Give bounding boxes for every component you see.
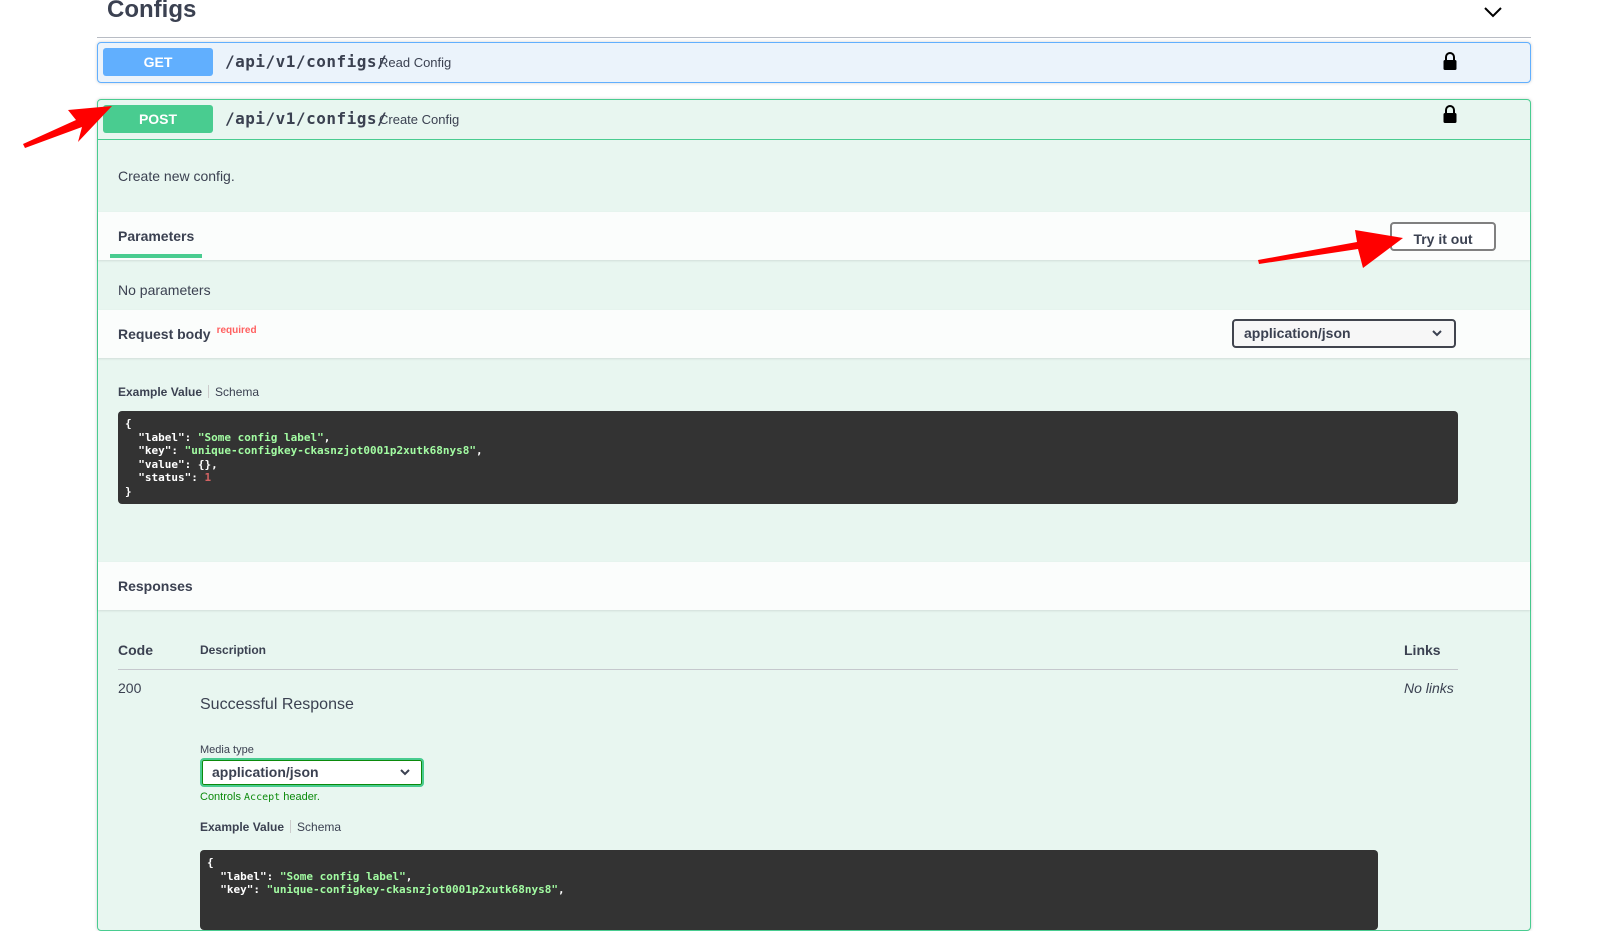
response-example-tabs: Example Value Schema (200, 820, 341, 834)
response-links: No links (1404, 680, 1454, 696)
operation-summary: Read Config (379, 55, 452, 70)
tab-schema[interactable]: Schema (297, 820, 341, 834)
column-links: Links (1404, 642, 1441, 658)
no-parameters-text: No parameters (118, 282, 211, 298)
chevron-down-icon[interactable] (1482, 2, 1504, 22)
tab-separator (208, 385, 210, 398)
post-operation: POST /api/v1/configs/ Create Config Crea… (97, 99, 1531, 931)
operation-summary: Create Config (379, 112, 460, 127)
media-type-label: Media type (200, 744, 254, 756)
tab-parameters[interactable]: Parameters (118, 228, 194, 244)
annotation-arrow-icon (23, 106, 112, 148)
method-badge-post: POST (103, 105, 213, 133)
get-operation[interactable]: GET /api/v1/configs/ Read Config (97, 42, 1531, 83)
request-body-label: Request body (118, 326, 211, 342)
section-title[interactable]: Configs (107, 0, 196, 24)
request-body-header: Request body required application/json (98, 310, 1530, 358)
section-divider (97, 37, 1531, 38)
column-code: Code (118, 642, 153, 658)
response-description: Successful Response (200, 696, 354, 713)
tab-schema[interactable]: Schema (215, 385, 259, 399)
responses-header: Responses (98, 562, 1530, 610)
operation-path: /api/v1/configs/ (225, 109, 388, 128)
request-content-type-select[interactable]: application/json (1232, 319, 1456, 348)
responses-table-divider (118, 669, 1458, 670)
operation-description: Create new config. (118, 168, 235, 184)
chevron-down-icon (400, 769, 410, 776)
required-badge: required (216, 325, 257, 336)
column-description: Description (200, 643, 267, 657)
response-code: 200 (118, 680, 142, 696)
request-example-tabs: Example Value Schema (118, 385, 259, 399)
response-media-type-select[interactable]: application/json (200, 758, 424, 787)
operation-header-divider (98, 139, 1530, 140)
chevron-down-icon (1432, 330, 1442, 337)
selected-content-type: application/json (1244, 325, 1351, 341)
request-example-code[interactable]: { "label": "Some config label", "key": "… (118, 411, 1458, 504)
annotation-arrow-icon (1258, 230, 1403, 268)
request-body-title: Request body required (118, 325, 257, 342)
lock-icon[interactable] (1443, 52, 1457, 70)
operation-path: /api/v1/configs/ (225, 52, 388, 71)
responses-title: Responses (118, 578, 193, 594)
method-badge-get: GET (103, 48, 213, 76)
lock-icon[interactable] (1443, 105, 1457, 123)
response-example-code[interactable]: { "label": "Some config label", "key": "… (200, 850, 1378, 930)
tab-separator (290, 820, 292, 833)
tab-example-value[interactable]: Example Value (200, 820, 284, 834)
tab-active-indicator (110, 254, 202, 258)
selected-media-type: application/json (212, 764, 319, 780)
tab-example-value[interactable]: Example Value (118, 385, 202, 399)
try-it-out-button[interactable]: Try it out (1390, 222, 1496, 251)
controls-accept-note: Controls Accept header. (200, 791, 320, 803)
